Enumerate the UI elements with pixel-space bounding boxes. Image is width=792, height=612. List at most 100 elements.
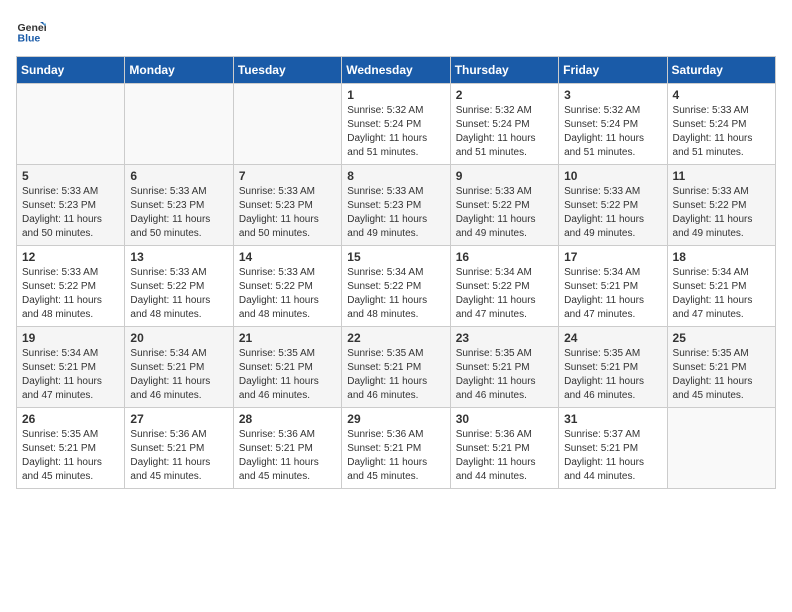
cell-info: Sunrise: 5:32 AM Sunset: 5:24 PM Dayligh… (564, 104, 661, 160)
calendar-cell: 15 Sunrise: 5:34 AM Sunset: 5:22 PM Dayli… (342, 246, 450, 327)
cell-info: Sunrise: 5:33 AM Sunset: 5:23 PM Dayligh… (130, 185, 227, 241)
calendar-cell: 17 Sunrise: 5:34 AM Sunset: 5:21 PM Dayli… (559, 246, 667, 327)
calendar-cell: 21 Sunrise: 5:35 AM Sunset: 5:21 PM Dayli… (233, 327, 341, 408)
calendar-cell (125, 84, 233, 165)
logo: General Blue (16, 16, 50, 46)
cell-info: Sunrise: 5:32 AM Sunset: 5:24 PM Dayligh… (347, 104, 444, 160)
calendar-cell: 11 Sunrise: 5:33 AM Sunset: 5:22 PM Dayli… (667, 165, 775, 246)
col-header-tuesday: Tuesday (233, 57, 341, 84)
calendar-cell: 25Sunrise: 5:35 AM Sunset: 5:21 PM Dayli… (667, 327, 775, 408)
page-header: General Blue (16, 16, 776, 46)
col-header-wednesday: Wednesday (342, 57, 450, 84)
day-number: 23 (456, 331, 553, 345)
col-header-sunday: Sunday (17, 57, 125, 84)
day-number: 17 (564, 250, 661, 264)
day-number: 16 (456, 250, 553, 264)
calendar-cell: 27 Sunrise: 5:36 AM Sunset: 5:21 PM Dayli… (125, 408, 233, 489)
cell-info: Sunrise: 5:34 AM Sunset: 5:21 PM Dayligh… (130, 347, 227, 403)
day-number: 3 (564, 88, 661, 102)
cell-info: Sunrise: 5:36 AM Sunset: 5:21 PM Dayligh… (347, 428, 444, 484)
svg-text:Blue: Blue (18, 33, 41, 45)
cell-info: Sunrise: 5:33 AM Sunset: 5:23 PM Dayligh… (347, 185, 444, 241)
day-number: 9 (456, 169, 553, 183)
cell-info: Sunrise: 5:37 AM Sunset: 5:21 PM Dayligh… (564, 428, 661, 484)
cell-info: Sunrise: 5:34 AM Sunset: 5:21 PM Dayligh… (564, 266, 661, 322)
calendar-cell: 3 Sunrise: 5:32 AM Sunset: 5:24 PM Daylig… (559, 84, 667, 165)
calendar-cell (667, 408, 775, 489)
day-number: 19 (22, 331, 119, 345)
cell-info: Sunrise: 5:35 AM Sunset: 5:21 PM Dayligh… (239, 347, 336, 403)
cell-info: Sunrise: 5:33 AM Sunset: 5:22 PM Dayligh… (564, 185, 661, 241)
calendar-cell (17, 84, 125, 165)
cell-info: Sunrise: 5:33 AM Sunset: 5:24 PM Dayligh… (673, 104, 770, 160)
calendar-cell: 12Sunrise: 5:33 AM Sunset: 5:22 PM Dayli… (17, 246, 125, 327)
day-number: 11 (673, 169, 770, 183)
cell-info: Sunrise: 5:35 AM Sunset: 5:21 PM Dayligh… (347, 347, 444, 403)
cell-info: Sunrise: 5:36 AM Sunset: 5:21 PM Dayligh… (239, 428, 336, 484)
day-number: 12 (22, 250, 119, 264)
day-number: 14 (239, 250, 336, 264)
day-number: 6 (130, 169, 227, 183)
col-header-saturday: Saturday (667, 57, 775, 84)
week-row-4: 19 Sunrise: 5:34 AM Sunset: 5:21 PM Dayli… (17, 327, 776, 408)
calendar-cell: 19 Sunrise: 5:34 AM Sunset: 5:21 PM Dayli… (17, 327, 125, 408)
calendar-cell: 16 Sunrise: 5:34 AM Sunset: 5:22 PM Dayli… (450, 246, 558, 327)
calendar-cell: 18Sunrise: 5:34 AM Sunset: 5:21 PM Dayli… (667, 246, 775, 327)
week-row-2: 5 Sunrise: 5:33 AM Sunset: 5:23 PM Daylig… (17, 165, 776, 246)
calendar-cell: 9 Sunrise: 5:33 AM Sunset: 5:22 PM Daylig… (450, 165, 558, 246)
calendar-cell: 26Sunrise: 5:35 AM Sunset: 5:21 PM Dayli… (17, 408, 125, 489)
week-row-5: 26Sunrise: 5:35 AM Sunset: 5:21 PM Dayli… (17, 408, 776, 489)
calendar-cell: 13 Sunrise: 5:33 AM Sunset: 5:22 PM Dayli… (125, 246, 233, 327)
cell-info: Sunrise: 5:32 AM Sunset: 5:24 PM Dayligh… (456, 104, 553, 160)
calendar-cell: 30 Sunrise: 5:36 AM Sunset: 5:21 PM Dayli… (450, 408, 558, 489)
day-number: 15 (347, 250, 444, 264)
calendar-cell (233, 84, 341, 165)
cell-info: Sunrise: 5:35 AM Sunset: 5:21 PM Dayligh… (22, 428, 119, 484)
calendar-cell: 24Sunrise: 5:35 AM Sunset: 5:21 PM Dayli… (559, 327, 667, 408)
calendar-cell: 1 Sunrise: 5:32 AM Sunset: 5:24 PM Daylig… (342, 84, 450, 165)
cell-info: Sunrise: 5:33 AM Sunset: 5:23 PM Dayligh… (239, 185, 336, 241)
cell-info: Sunrise: 5:34 AM Sunset: 5:22 PM Dayligh… (456, 266, 553, 322)
cell-info: Sunrise: 5:33 AM Sunset: 5:22 PM Dayligh… (130, 266, 227, 322)
cell-info: Sunrise: 5:36 AM Sunset: 5:21 PM Dayligh… (456, 428, 553, 484)
cell-info: Sunrise: 5:33 AM Sunset: 5:22 PM Dayligh… (456, 185, 553, 241)
calendar-cell: 7Sunrise: 5:33 AM Sunset: 5:23 PM Daylig… (233, 165, 341, 246)
calendar-cell: 29 Sunrise: 5:36 AM Sunset: 5:21 PM Dayli… (342, 408, 450, 489)
calendar-cell: 28Sunrise: 5:36 AM Sunset: 5:21 PM Dayli… (233, 408, 341, 489)
day-number: 13 (130, 250, 227, 264)
day-number: 31 (564, 412, 661, 426)
day-number: 10 (564, 169, 661, 183)
day-number: 5 (22, 169, 119, 183)
day-number: 24 (564, 331, 661, 345)
day-number: 20 (130, 331, 227, 345)
calendar-cell: 4Sunrise: 5:33 AM Sunset: 5:24 PM Daylig… (667, 84, 775, 165)
day-number: 27 (130, 412, 227, 426)
day-number: 18 (673, 250, 770, 264)
cell-info: Sunrise: 5:34 AM Sunset: 5:22 PM Dayligh… (347, 266, 444, 322)
col-header-thursday: Thursday (450, 57, 558, 84)
header-row: SundayMondayTuesdayWednesdayThursdayFrid… (17, 57, 776, 84)
col-header-friday: Friday (559, 57, 667, 84)
cell-info: Sunrise: 5:36 AM Sunset: 5:21 PM Dayligh… (130, 428, 227, 484)
day-number: 21 (239, 331, 336, 345)
day-number: 1 (347, 88, 444, 102)
week-row-1: 1 Sunrise: 5:32 AM Sunset: 5:24 PM Daylig… (17, 84, 776, 165)
day-number: 2 (456, 88, 553, 102)
cell-info: Sunrise: 5:35 AM Sunset: 5:21 PM Dayligh… (456, 347, 553, 403)
calendar-cell: 10 Sunrise: 5:33 AM Sunset: 5:22 PM Dayli… (559, 165, 667, 246)
calendar-cell: 6 Sunrise: 5:33 AM Sunset: 5:23 PM Daylig… (125, 165, 233, 246)
calendar-cell: 8 Sunrise: 5:33 AM Sunset: 5:23 PM Daylig… (342, 165, 450, 246)
cell-info: Sunrise: 5:34 AM Sunset: 5:21 PM Dayligh… (22, 347, 119, 403)
day-number: 29 (347, 412, 444, 426)
calendar-cell: 20 Sunrise: 5:34 AM Sunset: 5:21 PM Dayli… (125, 327, 233, 408)
week-row-3: 12 Sunrise: 5:33 AM Sunset: 5:22 PM Dayli… (17, 246, 776, 327)
logo-icon: General Blue (16, 16, 46, 46)
calendar-table: SundayMondayTuesdayWednesdayThursdayFrid… (16, 56, 776, 489)
day-number: 8 (347, 169, 444, 183)
col-header-monday: Monday (125, 57, 233, 84)
calendar-cell: 23 Sunrise: 5:35 AM Sunset: 5:21 PM Dayli… (450, 327, 558, 408)
calendar-cell: 14Sunrise: 5:33 AM Sunset: 5:22 PM Dayli… (233, 246, 341, 327)
cell-info: Sunrise: 5:33 AM Sunset: 5:23 PM Dayligh… (22, 185, 119, 241)
day-number: 30 (456, 412, 553, 426)
cell-info: Sunrise: 5:33 AM Sunset: 5:22 PM Dayligh… (673, 185, 770, 241)
